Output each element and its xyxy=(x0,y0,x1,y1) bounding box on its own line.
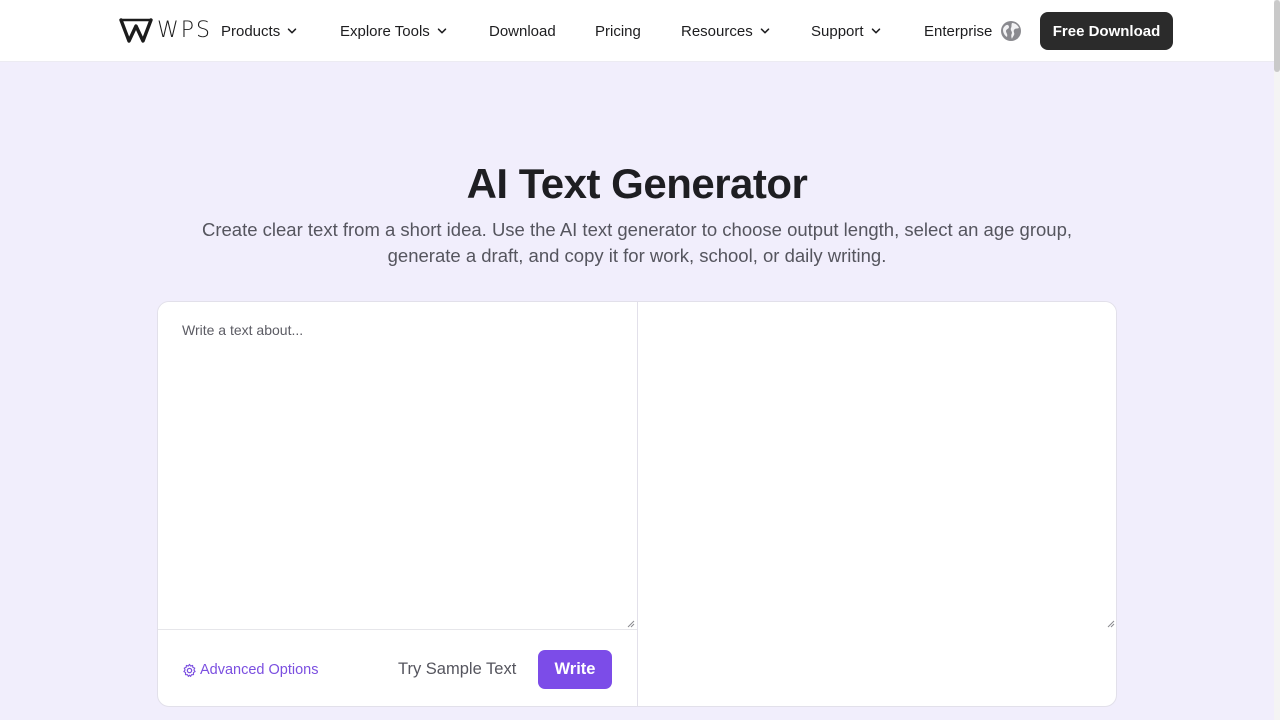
page-scrollbar[interactable] xyxy=(1274,0,1280,720)
resize-grip-icon[interactable] xyxy=(627,620,635,628)
chevron-down-icon xyxy=(871,28,880,34)
editor-card: Advanced Options Try Sample Text Write xyxy=(157,301,1117,707)
nav-enterprise[interactable]: Enterprise xyxy=(924,0,992,62)
nav-pricing[interactable]: Pricing xyxy=(595,0,641,62)
output-text[interactable] xyxy=(638,302,1116,630)
advanced-options-label: Advanced Options xyxy=(200,662,319,678)
page-title: AI Text Generator xyxy=(466,160,808,207)
nav-label: Products xyxy=(221,22,281,40)
chevron-down-icon xyxy=(287,28,297,34)
chevron-down-icon xyxy=(437,28,447,34)
write-button[interactable]: Write xyxy=(538,650,612,689)
chevron-down-icon xyxy=(760,28,769,34)
nav-label: Download xyxy=(489,22,556,40)
resize-grip-icon[interactable] xyxy=(1107,620,1115,628)
nav-support[interactable]: Support xyxy=(811,0,881,62)
nav-label: Enterprise xyxy=(924,22,993,40)
advanced-options-button[interactable]: Advanced Options xyxy=(182,662,319,678)
try-sample-text-button[interactable]: Try Sample Text xyxy=(398,660,516,679)
prompt-input[interactable] xyxy=(158,302,637,630)
nav-label: Pricing xyxy=(595,22,641,40)
globe-icon[interactable] xyxy=(1000,20,1022,42)
nav-resources[interactable]: Resources xyxy=(681,0,770,62)
nav-label: Resources xyxy=(681,22,753,40)
free-download-button[interactable]: Free Download xyxy=(1040,12,1173,50)
wps-logo[interactable]: WPS xyxy=(119,17,212,44)
nav-label: Support xyxy=(811,22,864,40)
nav-explore-tools[interactable]: Explore Tools xyxy=(340,0,447,62)
scrollbar-thumb[interactable] xyxy=(1274,0,1280,72)
output-pane xyxy=(638,302,1116,706)
input-pane: Advanced Options Try Sample Text Write xyxy=(158,302,638,706)
page-subtitle: Create clear text from a short idea. Use… xyxy=(201,219,1072,266)
site-header: WPS Products Explore Tools Download Pric… xyxy=(0,0,1274,62)
nav-label: Explore Tools xyxy=(340,22,430,40)
gear-icon xyxy=(183,663,196,677)
logo-text: WPS xyxy=(157,18,212,43)
nav-products[interactable]: Products xyxy=(221,0,297,62)
wps-logo-icon xyxy=(119,18,153,43)
nav-download[interactable]: Download xyxy=(489,0,556,62)
